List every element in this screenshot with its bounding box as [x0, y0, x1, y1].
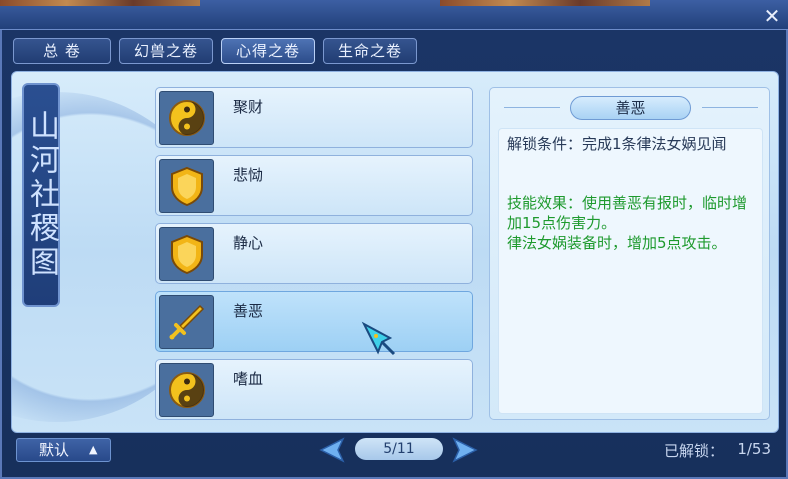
taiji-icon: [159, 91, 214, 145]
arrow-left-icon: [319, 437, 345, 463]
default-sort-button[interactable]: 默认 ▲: [16, 438, 111, 462]
tab-all[interactable]: 总 卷: [13, 38, 111, 64]
title-bar: [0, 0, 788, 30]
arrow-right-icon: [452, 437, 478, 463]
shield-icon: [159, 159, 214, 213]
skill-effect: 技能效果：使用善恶有报时，临时增加15点伤害力。 律法女娲装备时，增加5点攻击。: [507, 194, 748, 252]
skill-name: 悲恸: [233, 166, 264, 184]
skill-name: 静心: [233, 234, 264, 252]
side-title: 山河社稷图: [22, 83, 60, 307]
unlocked-count: 1/53: [737, 440, 771, 458]
skill-item[interactable]: 聚财: [155, 87, 473, 148]
skill-item[interactable]: 静心: [155, 223, 473, 284]
tab-beast[interactable]: 幻兽之卷: [119, 38, 214, 64]
default-sort-label: 默认: [39, 441, 70, 459]
unlock-condition: 解锁条件：完成1条律法女娲见闻: [507, 135, 727, 153]
sword-icon: [159, 295, 214, 349]
side-title-text: 山河社稷图: [24, 110, 59, 280]
skill-name: 聚财: [233, 98, 264, 116]
tab-life[interactable]: 生命之卷: [323, 38, 418, 64]
skill-item-selected[interactable]: 善恶: [155, 291, 473, 352]
taiji-icon: [159, 363, 214, 417]
prev-page-button[interactable]: [319, 437, 347, 467]
unlocked-label: 已解锁：: [663, 442, 724, 460]
shield-icon: [159, 227, 214, 281]
page-indicator: 5/11: [355, 438, 443, 460]
skill-name: 嗜血: [233, 370, 264, 388]
skill-item[interactable]: 嗜血: [155, 359, 473, 420]
skill-item[interactable]: 悲恸: [155, 155, 473, 216]
title-bar-ornament: [0, 0, 200, 6]
tab-bar: 总 卷 幻兽之卷 心得之卷 生命之卷: [13, 38, 418, 64]
cursor-icon: [360, 320, 398, 362]
chevron-up-icon: ▲: [89, 443, 98, 456]
detail-text-layer: 解锁条件：完成1条律法女娲见闻 技能效果：使用善恶有报时，临时增加15点伤害力。…: [489, 87, 770, 420]
tab-insight[interactable]: 心得之卷: [221, 38, 316, 64]
title-bar-ornament: [440, 0, 650, 6]
next-page-button[interactable]: [450, 437, 478, 467]
close-icon[interactable]: ✕: [762, 6, 782, 26]
skill-name: 善恶: [233, 302, 264, 320]
